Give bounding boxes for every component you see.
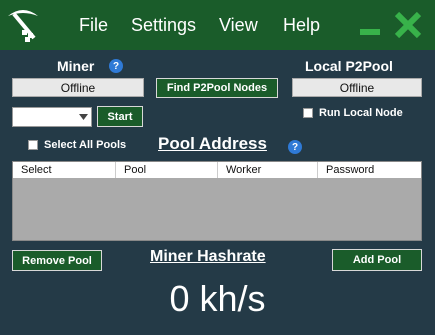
select-all-pools-label: Select All Pools [44, 139, 127, 151]
remove-pool-button[interactable]: Remove Pool [12, 250, 102, 271]
column-header-worker[interactable]: Worker [218, 162, 318, 178]
find-p2pool-nodes-button[interactable]: Find P2Pool Nodes [156, 78, 278, 98]
select-all-pools-checkbox[interactable] [28, 140, 38, 150]
column-header-password[interactable]: Password [318, 162, 421, 178]
miner-hashrate-label: Miner Hashrate [150, 248, 266, 265]
dropdown-arrow-icon [79, 114, 88, 120]
miner-device-select[interactable] [12, 107, 92, 127]
pickaxe-logo-icon [8, 10, 38, 42]
run-local-node-label: Run Local Node [319, 107, 403, 119]
start-button[interactable]: Start [97, 106, 143, 127]
help-icon[interactable]: ? [109, 59, 123, 73]
pool-address-help-icon[interactable]: ? [288, 140, 302, 154]
miner-status: Offline [12, 78, 144, 97]
column-header-pool[interactable]: Pool [116, 162, 218, 178]
menu-file[interactable]: File [79, 15, 108, 36]
minimize-icon[interactable] [359, 10, 383, 40]
pool-table-header: Select Pool Worker Password [13, 162, 421, 178]
menu-view[interactable]: View [219, 15, 258, 36]
hashrate-value: 0 kh/s [169, 278, 266, 319]
local-p2pool-status: Offline [292, 78, 422, 97]
close-icon[interactable] [393, 10, 423, 40]
local-p2pool-label: Local P2Pool [305, 58, 393, 74]
pool-table[interactable]: Select Pool Worker Password [12, 161, 422, 241]
column-header-select[interactable]: Select [13, 162, 116, 178]
run-local-node-checkbox[interactable] [303, 108, 313, 118]
miner-label: Miner [57, 58, 95, 74]
title-bar: File Settings View Help [0, 0, 435, 50]
menu-settings[interactable]: Settings [131, 15, 196, 36]
add-pool-button[interactable]: Add Pool [332, 249, 422, 271]
menu-help[interactable]: Help [283, 15, 320, 36]
pool-address-title: Pool Address [158, 134, 267, 153]
